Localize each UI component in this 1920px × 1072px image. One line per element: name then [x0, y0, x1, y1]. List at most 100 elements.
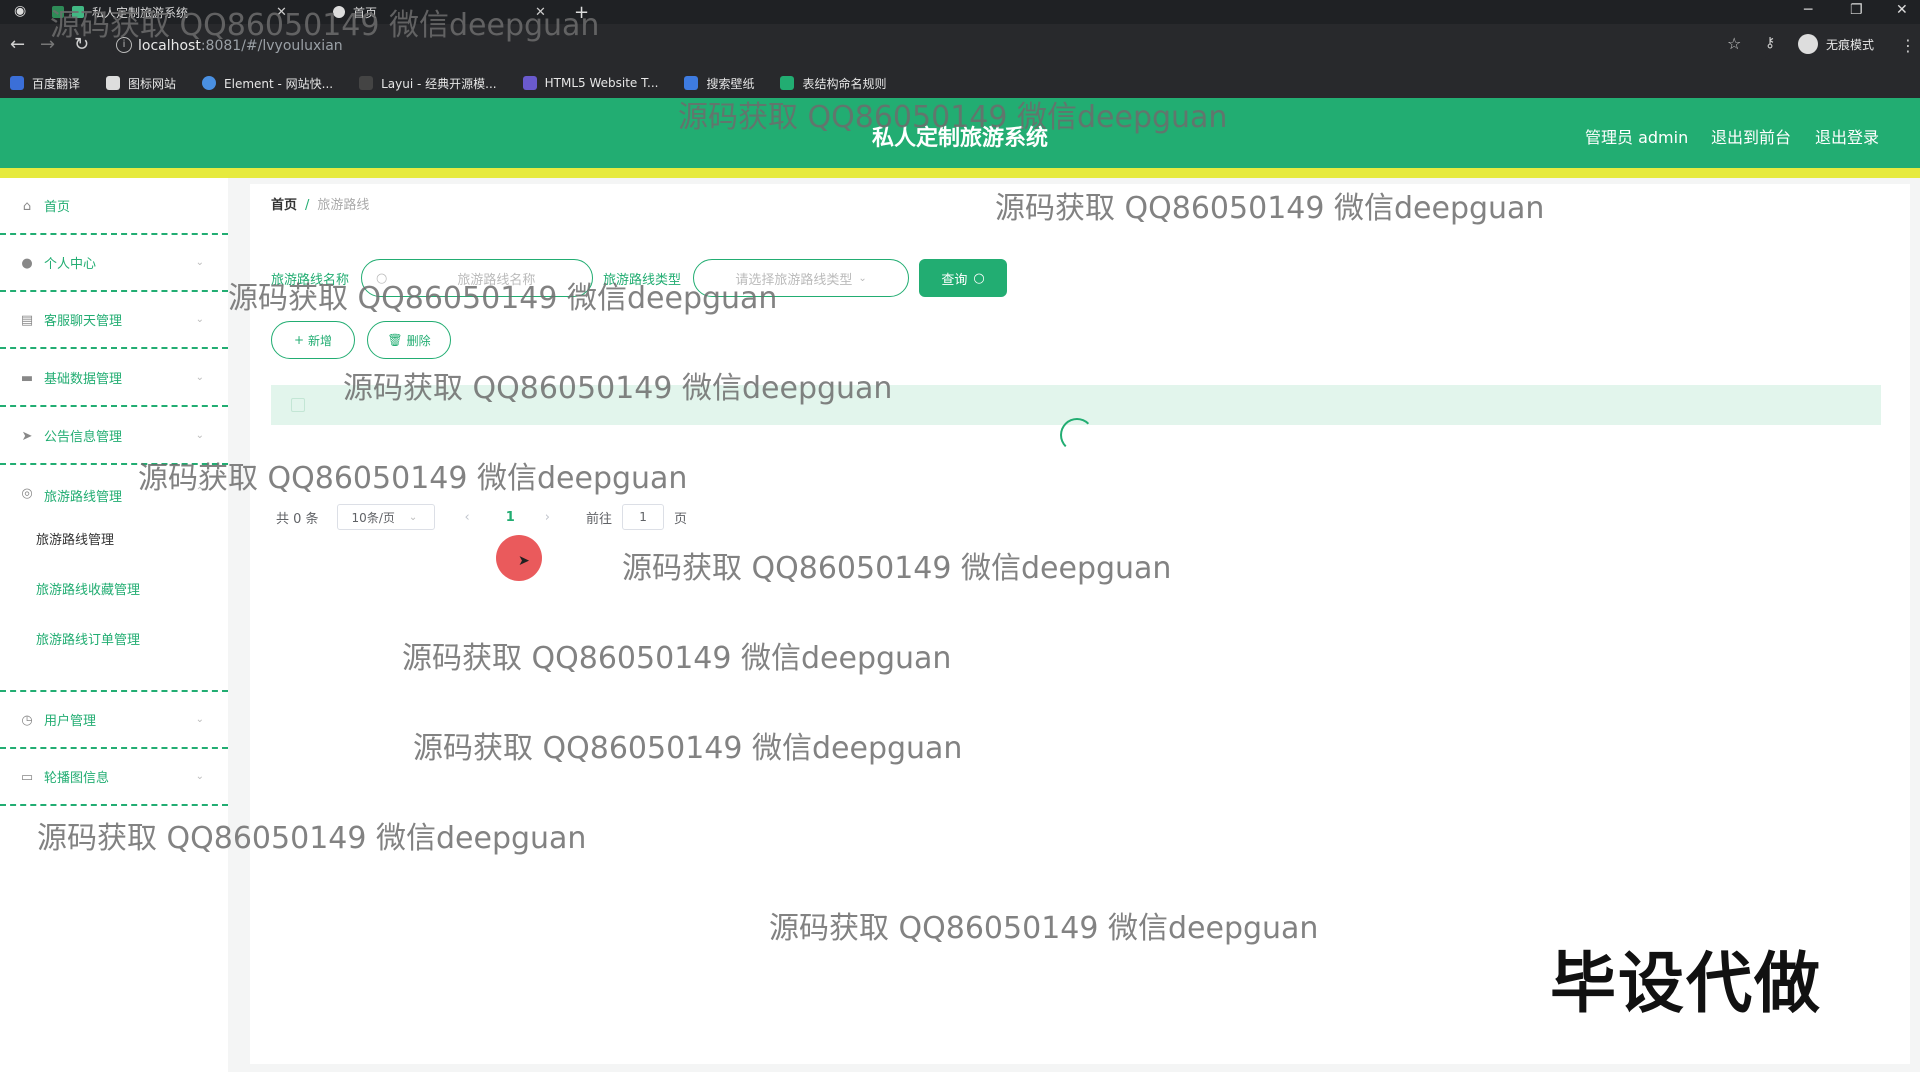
watermark-text: 源码获取 QQ86050149 微信deepguan [138, 461, 688, 496]
chevron-down-icon: ⌄ [195, 372, 204, 383]
watermark-text: 源码获取 QQ86050149 微信deepguan [228, 281, 778, 316]
table-icon [780, 76, 795, 90]
sub-item-route-favorites[interactable]: 旅游路线收藏管理 [36, 579, 140, 598]
chrome-logo-icon: ◉ [14, 3, 27, 19]
watermark-text: 源码获取 QQ86050149 微信deepguan [622, 551, 1172, 586]
query-label: 查询 [941, 272, 968, 288]
goto-page-input[interactable]: 1 [622, 504, 665, 530]
add-button[interactable]: + 新增 [271, 321, 355, 359]
plus-icon: + [293, 333, 305, 347]
bookmark-label: HTML5 Website T... [544, 76, 659, 90]
bookmark-label: 搜索壁纸 [706, 76, 755, 91]
bookmark-item[interactable]: Layui - 经典开源模... [359, 75, 497, 92]
watermark-text: 源码获取 QQ86050149 微信deepguan [402, 641, 952, 676]
exit-to-front-link[interactable]: 退出到前台 [1711, 124, 1791, 148]
route-icon: ◎ [21, 486, 33, 501]
goto-label: 前往 [586, 511, 613, 527]
sidebar-item-label: 公告信息管理 [44, 430, 123, 445]
sidebar-item-label: 旅游路线管理 [44, 490, 123, 505]
breadcrumb: 首页 / 旅游路线 [271, 194, 369, 213]
incognito-profile[interactable]: 无痕模式 [1798, 34, 1874, 54]
watermark-text: 源码获取 QQ86050149 微信deepguan [343, 371, 893, 406]
chevron-down-icon: ⌄ [195, 714, 204, 725]
select-all-checkbox[interactable] [291, 398, 305, 412]
loading-spinner [1060, 418, 1094, 452]
back-icon[interactable]: ← [10, 34, 25, 55]
chevron-down-icon: ⌄ [195, 430, 204, 441]
sidebar-item-carousel[interactable]: ▭ 轮播图信息 ⌄ [0, 749, 228, 806]
clock-icon: ◷ [21, 712, 33, 728]
admin-label: 管理员 admin [1585, 128, 1689, 147]
close-window-icon[interactable]: ✕ [1896, 2, 1908, 18]
next-page-icon[interactable]: › [545, 510, 550, 525]
watermark-text: 源码获取 QQ86050149 微信deepguan [413, 731, 963, 766]
query-button[interactable]: 查询 ○ [919, 259, 1008, 297]
user-icon: ● [21, 255, 33, 271]
layui-icon [359, 76, 374, 90]
flag-icon [106, 76, 121, 90]
bookmark-item[interactable]: Element - 网站快... [202, 75, 333, 92]
bookmark-label: 表结构命名规则 [802, 76, 887, 91]
current-page[interactable]: 1 [506, 510, 515, 525]
minimize-icon[interactable]: ─ [1804, 2, 1812, 18]
bookmark-label: 图标网站 [128, 76, 177, 91]
trash-icon: 🗑 [387, 333, 403, 347]
chevron-down-icon: ⌄ [195, 257, 204, 268]
bookmark-label: Layui - 经典开源模... [381, 76, 497, 91]
watermark-text: 源码获取 QQ86050149 微信deepguan [37, 821, 587, 856]
chat-icon: ▤ [20, 312, 34, 328]
home-icon: ⌂ [22, 198, 32, 214]
sidebar-item-basic-data[interactable]: ▬ 基础数据管理 ⌄ [0, 350, 228, 407]
prev-page-icon[interactable]: ‹ [465, 510, 470, 525]
page-suffix: 页 [674, 511, 688, 527]
bookmark-star-icon[interactable]: ☆ [1727, 34, 1741, 53]
sidebar-item-label: 基础数据管理 [44, 372, 123, 387]
sidebar: ⌂ 首页 ● 个人中心 ⌄ ▤ 客服聊天管理 ⌄ ▬ 基础数据管理 ⌄ ➤ 公告… [0, 178, 228, 1072]
sidebar-item-label: 客服聊天管理 [44, 314, 123, 329]
restore-icon[interactable]: ❐ [1850, 2, 1863, 18]
sub-item-route-orders[interactable]: 旅游路线订单管理 [36, 629, 140, 648]
breadcrumb-separator: / [305, 198, 310, 213]
header-accent-strip [0, 168, 1920, 178]
pagination: 共 0 条 10条/页 ⌄ ‹ 1 › 前往 1 页 [276, 504, 687, 530]
sidebar-item-label: 用户管理 [44, 714, 97, 729]
bookmark-label: 百度翻译 [32, 76, 81, 91]
chevron-down-icon: ⌄ [195, 771, 204, 782]
bookmark-item[interactable]: 搜索壁纸 [684, 75, 754, 92]
sidebar-item-chat[interactable]: ▤ 客服聊天管理 ⌄ [0, 292, 228, 349]
bookmark-item[interactable]: 百度翻译 [10, 75, 80, 92]
watermark-text: 源码获取 QQ86050149 微信deepguan [50, 8, 600, 43]
promo-stamp: 毕设代做 [1550, 945, 1822, 1022]
sub-item-route-manage[interactable]: 旅游路线管理 [36, 529, 114, 548]
sidebar-item-label: 个人中心 [44, 257, 97, 272]
send-icon: ➤ [21, 428, 33, 444]
page-size-value: 10条/页 [351, 510, 395, 525]
sidebar-item-users[interactable]: ◷ 用户管理 ⌄ [0, 692, 228, 749]
html5-icon [522, 76, 537, 90]
bookmark-item[interactable]: 图标网站 [106, 75, 176, 92]
bookmark-item[interactable]: 表结构命名规则 [780, 75, 886, 92]
breadcrumb-home[interactable]: 首页 [271, 198, 297, 213]
add-label: 新增 [308, 333, 333, 348]
mouse-cursor-icon: ➤ [518, 553, 530, 569]
bookmark-item[interactable]: HTML5 Website T... [522, 76, 659, 90]
wallpaper-icon [684, 76, 699, 90]
incognito-icon [1798, 34, 1818, 54]
password-key-icon[interactable]: ⚷ [1765, 35, 1775, 51]
search-icon: ○ [973, 270, 985, 286]
profile-label: 无痕模式 [1826, 37, 1875, 52]
message-icon: ▭ [20, 769, 34, 785]
chevron-down-icon: ⌄ [858, 272, 867, 284]
bookmark-label: Element - 网站快... [224, 76, 334, 91]
watermark-text: 源码获取 QQ86050149 微信deepguan [995, 191, 1545, 226]
page-size-select[interactable]: 10条/页 ⌄ [336, 504, 435, 530]
element-icon [202, 76, 217, 90]
browser-menu-icon[interactable]: ⋮ [1900, 36, 1916, 55]
delete-button[interactable]: 🗑 删除 [367, 321, 451, 359]
database-icon: ▬ [20, 370, 34, 386]
sidebar-item-profile[interactable]: ● 个人中心 ⌄ [0, 235, 228, 292]
sidebar-item-home[interactable]: ⌂ 首页 [0, 178, 228, 235]
chevron-down-icon: ⌄ [408, 511, 418, 523]
delete-label: 删除 [406, 333, 431, 348]
logout-link[interactable]: 退出登录 [1815, 124, 1879, 148]
